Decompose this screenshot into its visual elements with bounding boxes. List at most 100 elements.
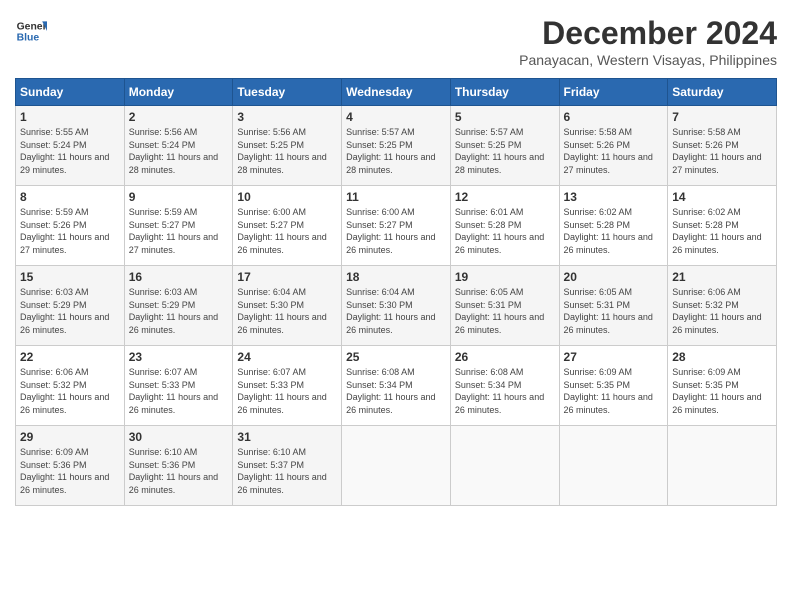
day-info: Sunrise: 6:07 AMSunset: 5:33 PMDaylight:… (237, 367, 326, 415)
svg-text:General: General (17, 21, 47, 32)
day-number: 25 (346, 350, 446, 364)
day-number: 26 (455, 350, 555, 364)
day-info: Sunrise: 5:58 AMSunset: 5:26 PMDaylight:… (672, 127, 761, 175)
calendar-header-tuesday: Tuesday (233, 79, 342, 106)
day-number: 7 (672, 110, 772, 124)
calendar-cell: 12 Sunrise: 6:01 AMSunset: 5:28 PMDaylig… (450, 186, 559, 266)
calendar-cell: 27 Sunrise: 6:09 AMSunset: 5:35 PMDaylig… (559, 346, 668, 426)
day-number: 23 (129, 350, 229, 364)
day-number: 31 (237, 430, 337, 444)
day-number: 6 (564, 110, 664, 124)
day-number: 4 (346, 110, 446, 124)
calendar-cell: 14 Sunrise: 6:02 AMSunset: 5:28 PMDaylig… (668, 186, 777, 266)
day-info: Sunrise: 6:02 AMSunset: 5:28 PMDaylight:… (564, 207, 653, 255)
day-number: 9 (129, 190, 229, 204)
day-number: 8 (20, 190, 120, 204)
day-number: 13 (564, 190, 664, 204)
day-number: 27 (564, 350, 664, 364)
calendar-cell: 28 Sunrise: 6:09 AMSunset: 5:35 PMDaylig… (668, 346, 777, 426)
day-info: Sunrise: 6:09 AMSunset: 5:36 PMDaylight:… (20, 447, 109, 495)
calendar-table: SundayMondayTuesdayWednesdayThursdayFrid… (15, 78, 777, 506)
day-info: Sunrise: 6:07 AMSunset: 5:33 PMDaylight:… (129, 367, 218, 415)
calendar-week-3: 15 Sunrise: 6:03 AMSunset: 5:29 PMDaylig… (16, 266, 777, 346)
day-info: Sunrise: 6:03 AMSunset: 5:29 PMDaylight:… (129, 287, 218, 335)
calendar-cell: 30 Sunrise: 6:10 AMSunset: 5:36 PMDaylig… (124, 426, 233, 506)
day-number: 2 (129, 110, 229, 124)
calendar-cell (450, 426, 559, 506)
day-number: 10 (237, 190, 337, 204)
calendar-header-row: SundayMondayTuesdayWednesdayThursdayFrid… (16, 79, 777, 106)
day-info: Sunrise: 6:00 AMSunset: 5:27 PMDaylight:… (346, 207, 435, 255)
calendar-cell: 31 Sunrise: 6:10 AMSunset: 5:37 PMDaylig… (233, 426, 342, 506)
day-info: Sunrise: 6:03 AMSunset: 5:29 PMDaylight:… (20, 287, 109, 335)
day-info: Sunrise: 6:05 AMSunset: 5:31 PMDaylight:… (564, 287, 653, 335)
calendar-cell: 19 Sunrise: 6:05 AMSunset: 5:31 PMDaylig… (450, 266, 559, 346)
calendar-cell: 26 Sunrise: 6:08 AMSunset: 5:34 PMDaylig… (450, 346, 559, 426)
logo-icon: General Blue (15, 15, 47, 47)
day-number: 30 (129, 430, 229, 444)
day-number: 3 (237, 110, 337, 124)
calendar-header-sunday: Sunday (16, 79, 125, 106)
day-number: 14 (672, 190, 772, 204)
day-info: Sunrise: 6:04 AMSunset: 5:30 PMDaylight:… (237, 287, 326, 335)
calendar-cell: 24 Sunrise: 6:07 AMSunset: 5:33 PMDaylig… (233, 346, 342, 426)
day-info: Sunrise: 5:58 AMSunset: 5:26 PMDaylight:… (564, 127, 653, 175)
calendar-header-friday: Friday (559, 79, 668, 106)
title-area: December 2024 Panayacan, Western Visayas… (519, 15, 777, 68)
day-number: 19 (455, 270, 555, 284)
day-number: 28 (672, 350, 772, 364)
day-info: Sunrise: 6:01 AMSunset: 5:28 PMDaylight:… (455, 207, 544, 255)
calendar-body: 1 Sunrise: 5:55 AMSunset: 5:24 PMDayligh… (16, 106, 777, 506)
calendar-cell: 23 Sunrise: 6:07 AMSunset: 5:33 PMDaylig… (124, 346, 233, 426)
day-info: Sunrise: 6:09 AMSunset: 5:35 PMDaylight:… (672, 367, 761, 415)
calendar-cell: 7 Sunrise: 5:58 AMSunset: 5:26 PMDayligh… (668, 106, 777, 186)
day-info: Sunrise: 5:59 AMSunset: 5:27 PMDaylight:… (129, 207, 218, 255)
calendar-cell: 18 Sunrise: 6:04 AMSunset: 5:30 PMDaylig… (342, 266, 451, 346)
calendar-header-saturday: Saturday (668, 79, 777, 106)
day-info: Sunrise: 6:05 AMSunset: 5:31 PMDaylight:… (455, 287, 544, 335)
svg-text:Blue: Blue (17, 33, 40, 44)
day-info: Sunrise: 6:09 AMSunset: 5:35 PMDaylight:… (564, 367, 653, 415)
day-info: Sunrise: 6:02 AMSunset: 5:28 PMDaylight:… (672, 207, 761, 255)
calendar-week-1: 1 Sunrise: 5:55 AMSunset: 5:24 PMDayligh… (16, 106, 777, 186)
logo: General Blue (15, 15, 47, 47)
day-info: Sunrise: 6:04 AMSunset: 5:30 PMDaylight:… (346, 287, 435, 335)
day-number: 16 (129, 270, 229, 284)
calendar-cell (668, 426, 777, 506)
calendar-week-2: 8 Sunrise: 5:59 AMSunset: 5:26 PMDayligh… (16, 186, 777, 266)
day-info: Sunrise: 6:10 AMSunset: 5:37 PMDaylight:… (237, 447, 326, 495)
calendar-cell: 3 Sunrise: 5:56 AMSunset: 5:25 PMDayligh… (233, 106, 342, 186)
day-number: 21 (672, 270, 772, 284)
day-number: 29 (20, 430, 120, 444)
day-number: 17 (237, 270, 337, 284)
calendar-header-thursday: Thursday (450, 79, 559, 106)
day-info: Sunrise: 6:06 AMSunset: 5:32 PMDaylight:… (672, 287, 761, 335)
calendar-cell: 22 Sunrise: 6:06 AMSunset: 5:32 PMDaylig… (16, 346, 125, 426)
day-info: Sunrise: 6:08 AMSunset: 5:34 PMDaylight:… (455, 367, 544, 415)
calendar-cell: 17 Sunrise: 6:04 AMSunset: 5:30 PMDaylig… (233, 266, 342, 346)
calendar-cell: 15 Sunrise: 6:03 AMSunset: 5:29 PMDaylig… (16, 266, 125, 346)
day-number: 20 (564, 270, 664, 284)
day-info: Sunrise: 6:00 AMSunset: 5:27 PMDaylight:… (237, 207, 326, 255)
calendar-week-5: 29 Sunrise: 6:09 AMSunset: 5:36 PMDaylig… (16, 426, 777, 506)
day-info: Sunrise: 6:10 AMSunset: 5:36 PMDaylight:… (129, 447, 218, 495)
day-info: Sunrise: 5:56 AMSunset: 5:24 PMDaylight:… (129, 127, 218, 175)
calendar-cell: 1 Sunrise: 5:55 AMSunset: 5:24 PMDayligh… (16, 106, 125, 186)
month-title: December 2024 (519, 15, 777, 52)
day-number: 1 (20, 110, 120, 124)
day-info: Sunrise: 6:06 AMSunset: 5:32 PMDaylight:… (20, 367, 109, 415)
day-info: Sunrise: 5:55 AMSunset: 5:24 PMDaylight:… (20, 127, 109, 175)
day-info: Sunrise: 5:57 AMSunset: 5:25 PMDaylight:… (346, 127, 435, 175)
calendar-week-4: 22 Sunrise: 6:06 AMSunset: 5:32 PMDaylig… (16, 346, 777, 426)
day-info: Sunrise: 5:57 AMSunset: 5:25 PMDaylight:… (455, 127, 544, 175)
calendar-cell: 8 Sunrise: 5:59 AMSunset: 5:26 PMDayligh… (16, 186, 125, 266)
calendar-cell: 29 Sunrise: 6:09 AMSunset: 5:36 PMDaylig… (16, 426, 125, 506)
day-number: 11 (346, 190, 446, 204)
calendar-cell: 10 Sunrise: 6:00 AMSunset: 5:27 PMDaylig… (233, 186, 342, 266)
calendar-cell: 5 Sunrise: 5:57 AMSunset: 5:25 PMDayligh… (450, 106, 559, 186)
day-number: 15 (20, 270, 120, 284)
day-info: Sunrise: 5:59 AMSunset: 5:26 PMDaylight:… (20, 207, 109, 255)
calendar-cell (342, 426, 451, 506)
day-number: 24 (237, 350, 337, 364)
day-number: 18 (346, 270, 446, 284)
